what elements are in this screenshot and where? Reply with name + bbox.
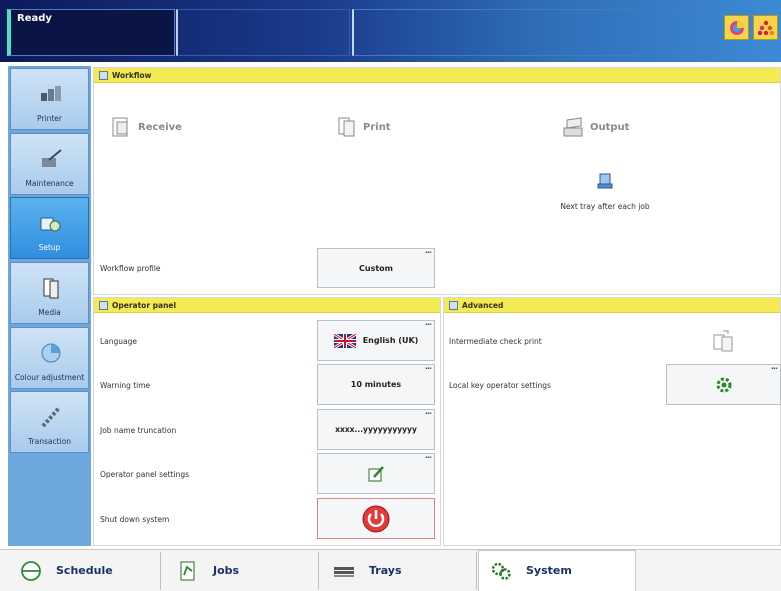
advanced-header: Advanced xyxy=(444,298,780,313)
operator-panel-header: Operator panel xyxy=(94,298,440,313)
settings-icon xyxy=(99,301,108,310)
settings-icon xyxy=(449,301,458,310)
language-value: English (UK) xyxy=(362,336,419,345)
workflow-header: Workflow xyxy=(94,68,780,83)
tab-trays[interactable]: Trays xyxy=(333,550,402,591)
print-label: Print xyxy=(363,121,391,133)
tab-divider xyxy=(318,552,319,590)
operator-panel-settings-label: Operator panel settings xyxy=(100,470,190,479)
check-print-icon[interactable] xyxy=(711,329,735,353)
tab-system[interactable]: System xyxy=(490,550,572,591)
more-icon: ... xyxy=(770,362,778,371)
print-icon xyxy=(338,117,355,137)
power-icon xyxy=(362,505,390,532)
workflow-title: Workflow xyxy=(112,71,152,80)
sidebar-item-label: Colour adjustment xyxy=(14,373,85,382)
warning-time-label: Warning time xyxy=(100,381,151,390)
tab-schedule[interactable]: Schedule xyxy=(20,550,113,591)
more-icon: ... xyxy=(424,362,432,371)
receive-label: Receive xyxy=(138,121,182,133)
workflow-step-receive[interactable]: Receive xyxy=(110,116,182,138)
tab-jobs[interactable]: Jobs xyxy=(177,550,239,591)
colour-adjustment-icon xyxy=(41,343,61,363)
sidebar-item-label: Transaction xyxy=(28,437,71,446)
system-icon xyxy=(491,562,511,580)
sidebar-item-setup[interactable]: Setup xyxy=(10,197,89,259)
workflow-profile-button[interactable]: ... Custom xyxy=(317,246,435,288)
schedule-icon xyxy=(21,560,41,581)
edit-settings-icon xyxy=(368,465,384,481)
shut-down-button[interactable] xyxy=(317,498,435,539)
intermediate-check-print-label: Intermediate check print xyxy=(449,337,542,346)
workflow-panel: Workflow xyxy=(93,67,781,295)
job-name-truncation-button[interactable]: ... xxxx...yyyyyyyyyyy xyxy=(317,407,435,450)
sidebar-item-label: Setup xyxy=(38,243,61,252)
status-text: Ready xyxy=(17,13,52,24)
sidebar-item-colour-adjustment[interactable]: Colour adjustment xyxy=(10,327,89,389)
gear-icon xyxy=(716,377,731,392)
sidebar: Printer Maintenance Setup Media Colour a… xyxy=(8,66,91,546)
operator-panel-settings-button[interactable]: ... xyxy=(317,451,435,494)
output-label: Output xyxy=(590,121,630,133)
sidebar-item-label: Media xyxy=(38,308,61,317)
operator-panel-title: Operator panel xyxy=(112,301,177,310)
workflow-step-output[interactable]: Output xyxy=(562,116,629,138)
status-field-middle xyxy=(176,9,350,56)
more-icon: ... xyxy=(424,318,432,327)
sidebar-item-printer[interactable]: Printer xyxy=(10,68,89,130)
settings-icon xyxy=(99,71,108,80)
more-icon: ... xyxy=(424,407,432,416)
job-name-truncation-value: xxxx...yyyyyyyyyyy xyxy=(335,425,417,434)
colour-wheel-icon[interactable] xyxy=(724,15,749,40)
workflow-profile-value: Custom xyxy=(359,263,393,273)
more-icon: ... xyxy=(424,246,432,255)
setup-icon xyxy=(40,217,61,232)
sidebar-item-label: Maintenance xyxy=(25,179,74,188)
sidebar-item-maintenance[interactable]: Maintenance xyxy=(10,133,89,195)
local-key-operator-settings-button[interactable]: ... xyxy=(666,362,781,405)
sidebar-item-media[interactable]: Media xyxy=(10,262,89,324)
more-icon: ... xyxy=(424,451,432,460)
local-key-operator-settings-label: Local key operator settings xyxy=(449,381,551,390)
output-icon xyxy=(563,117,583,137)
job-name-truncation-label: Job name truncation xyxy=(100,426,177,435)
uk-flag-icon xyxy=(333,333,356,348)
colour-dots-icon[interactable] xyxy=(753,15,778,40)
tab-label: Schedule xyxy=(56,564,113,577)
tab-label: System xyxy=(526,564,572,577)
printer-icon xyxy=(41,86,61,101)
warning-time-button[interactable]: ... 10 minutes xyxy=(317,362,435,405)
workflow-profile-label: Workflow profile xyxy=(100,264,161,273)
advanced-title: Advanced xyxy=(462,301,504,310)
language-button[interactable]: ... English (UK) xyxy=(317,318,435,361)
media-icon xyxy=(43,278,59,299)
tab-divider xyxy=(160,552,161,590)
workflow-step-print[interactable]: Print xyxy=(335,116,391,138)
tab-label: Trays xyxy=(369,564,402,577)
transaction-icon xyxy=(41,406,61,428)
sidebar-item-label: Printer xyxy=(37,114,62,123)
trays-icon xyxy=(334,566,354,577)
warning-time-value: 10 minutes xyxy=(350,380,402,389)
status-field-right xyxy=(352,9,716,56)
language-label: Language xyxy=(100,337,138,346)
tab-label: Jobs xyxy=(213,564,240,577)
jobs-icon xyxy=(180,561,195,580)
shut-down-label: Shut down system xyxy=(100,515,170,524)
status-display: Ready xyxy=(7,9,175,56)
sidebar-item-transaction[interactable]: Transaction xyxy=(10,391,89,453)
tray-icon[interactable] xyxy=(597,173,613,189)
maintenance-icon xyxy=(42,149,62,167)
next-tray-label: Next tray after each job xyxy=(560,202,650,211)
tab-divider xyxy=(476,552,477,590)
receive-icon xyxy=(112,117,128,137)
